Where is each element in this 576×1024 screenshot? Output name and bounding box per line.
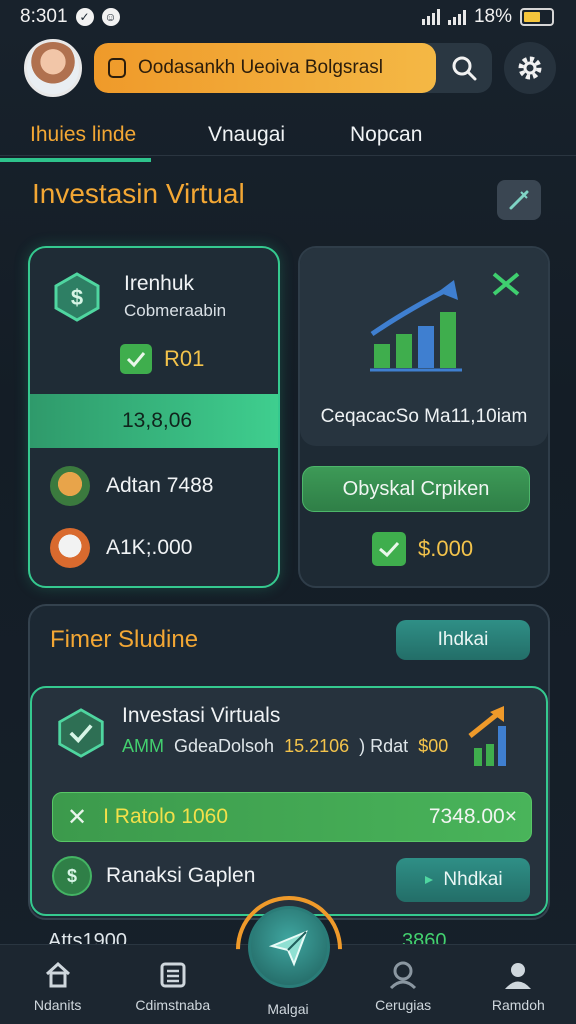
detail-rate: ) Rdat	[359, 736, 409, 756]
detail-code: AMM	[122, 736, 164, 756]
notification-icon: ✓	[75, 8, 94, 26]
detail-name: GdeaDolsoh	[174, 736, 275, 756]
featured-section-card: Fimer Sludine Ihdkai Investasi Virtuals …	[28, 604, 550, 920]
money-icon: $	[52, 856, 92, 896]
fox-icon	[50, 528, 90, 568]
investment-card-chart[interactable]: CeqacacSo Ma11,10iam Obyskal Crpiken $.0…	[298, 246, 550, 588]
card3-header-button[interactable]: Ihdkai	[396, 620, 530, 660]
search-input[interactable]: Oodasankh Ueoiva Bolgsrasl	[94, 43, 436, 93]
home-icon	[42, 959, 74, 991]
card1-row-2[interactable]: A1K;.000	[50, 528, 192, 568]
nav-list[interactable]: Cdimstnaba	[118, 959, 228, 1013]
signal-icon-2	[447, 9, 466, 25]
tab-divider	[0, 155, 576, 156]
wallet-icon	[108, 58, 126, 78]
card3-title: Fimer Sludine	[50, 626, 199, 653]
nav-home-label: Ndanits	[33, 997, 82, 1013]
tab-second[interactable]: Vnaugai	[208, 112, 285, 158]
bar-amount: 7348.00×	[428, 805, 517, 828]
dollar-icon: $	[52, 272, 102, 322]
search-icon	[452, 56, 477, 81]
card1-row-1[interactable]: Adtan 7488	[50, 466, 213, 506]
nav-search[interactable]: Cerugias	[348, 959, 458, 1013]
svg-text:$: $	[67, 866, 77, 886]
featured-item-name: Investasi Virtuals	[122, 704, 281, 727]
sub-row-button[interactable]: Nhdkai	[396, 858, 530, 902]
avatar[interactable]	[24, 39, 82, 97]
card2-label: CeqacacSo Ma11,10iam	[320, 406, 528, 427]
battery-percent: 18%	[473, 6, 512, 27]
growth-chart-icon	[370, 280, 462, 372]
settings-button[interactable]	[504, 42, 556, 94]
user-icon	[50, 466, 90, 506]
card1-row-2-label: A1K;.000	[106, 536, 193, 559]
tab-third[interactable]: Nopcan	[350, 112, 422, 158]
message-icon: ☺	[101, 8, 120, 26]
nav-center-label: Malgai	[267, 1001, 309, 1017]
status-bar: 8:301 ✓ ☺ 18%	[0, 0, 576, 34]
check-icon	[120, 344, 152, 374]
profile-icon	[502, 959, 534, 991]
battery-icon	[520, 8, 554, 26]
featured-progress-bar[interactable]: ✕ I Ratolo 1060 7348.00×	[52, 792, 532, 842]
card1-title: Irenhuk	[124, 272, 195, 295]
top-bar: Oodasankh Ueoiva Bolgsrasl	[24, 38, 556, 98]
chart-panel: CeqacacSo Ma11,10iam	[300, 248, 548, 446]
nav-profile[interactable]: Ramdoh	[463, 959, 573, 1013]
featured-item-details: AMM GdeaDolsoh 15.2106 ) Rdat $00	[122, 736, 448, 757]
gear-icon	[518, 56, 542, 80]
card1-row-1-label: Adtan 7488	[106, 474, 214, 497]
sub-row-button-label: Nhdkai	[443, 869, 503, 890]
card1-amount-band: 13,8,06	[30, 394, 278, 448]
nav-home[interactable]: Ndanits	[3, 959, 113, 1013]
featured-investment-item[interactable]: Investasi Virtuals AMM GdeaDolsoh 15.210…	[30, 686, 548, 916]
trend-up-icon	[468, 706, 506, 766]
search-bar[interactable]: Oodasankh Ueoiva Bolgsrasl	[94, 43, 492, 93]
card1-band-value: 13,8,06	[122, 409, 193, 432]
status-left: 8:301 ✓ ☺	[20, 6, 120, 28]
card2-value: $.000	[418, 536, 474, 561]
nav-search-label: Cerugias	[375, 997, 432, 1013]
list-icon	[157, 959, 189, 991]
sub-row-label: Ranaksi Gaplen	[106, 864, 256, 887]
chevron-icon	[425, 876, 434, 884]
tab-bar: Ihuies linde Vnaugai Nopcan	[0, 112, 576, 162]
card1-badge-value: R01	[164, 346, 205, 371]
search-text: Oodasankh Ueoiva Bolgsrasl	[138, 57, 384, 78]
detail-amount: 15.2106	[284, 736, 350, 756]
status-right: 18%	[421, 6, 554, 28]
section-title: Investasin Virtual	[32, 178, 245, 209]
check-icon	[372, 532, 406, 566]
signal-icon	[421, 9, 440, 25]
search-button[interactable]	[436, 43, 492, 93]
edit-icon	[509, 190, 529, 210]
nav-profile-label: Ramdoh	[491, 997, 545, 1013]
card2-action-button[interactable]: Obyskal Crpiken	[302, 466, 530, 512]
bar-label: I Ratolo 1060	[103, 805, 229, 828]
nav-list-label: Cdimstnaba	[135, 997, 211, 1013]
search-person-icon	[387, 959, 419, 991]
section-edit-button[interactable]	[497, 180, 541, 220]
close-icon[interactable]: ✕	[67, 803, 87, 832]
shield-check-icon	[56, 708, 106, 758]
featured-sub-row[interactable]: $ Ranaksi Gaplen	[52, 856, 255, 896]
svg-text:$: $	[71, 285, 83, 310]
send-icon	[268, 930, 308, 967]
status-time: 8:301	[20, 6, 68, 27]
investment-card-primary[interactable]: $ Irenhuk Cobmeraabin R01 13,8,06 Adtan …	[28, 246, 280, 588]
card1-subtitle: Cobmeraabin	[124, 301, 227, 320]
expand-icon	[492, 272, 520, 296]
tab-home[interactable]: Ihuies linde	[0, 112, 152, 162]
center-action-button[interactable]	[248, 906, 330, 988]
